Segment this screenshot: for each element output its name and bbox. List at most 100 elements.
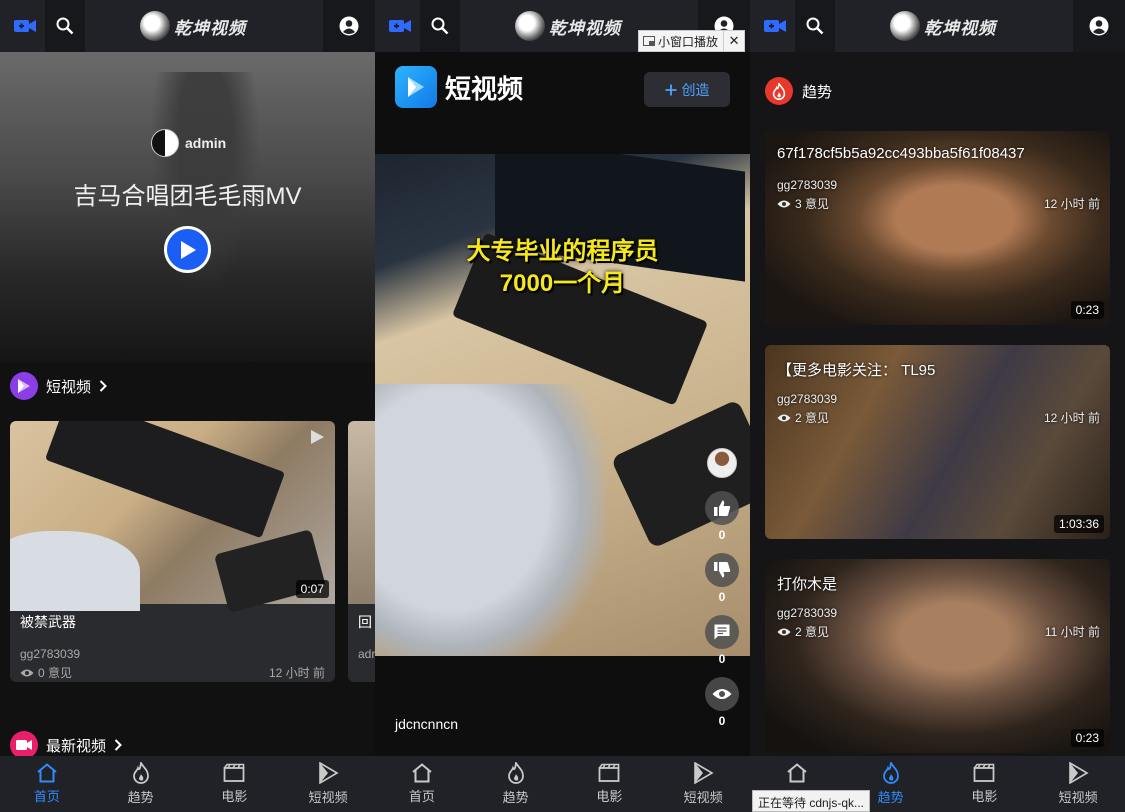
play-icon [180, 240, 196, 259]
view-button[interactable]: 0 [705, 677, 739, 728]
camera-icon[interactable] [5, 0, 45, 52]
eye-icon [712, 689, 732, 699]
home-icon [787, 763, 807, 783]
hero-title: 吉马合唱团毛毛雨MV [73, 183, 302, 210]
view-count: 2 意见 [777, 623, 829, 640]
play-button[interactable] [164, 226, 211, 273]
home-icon [412, 763, 432, 783]
video-camera-icon [10, 731, 38, 759]
camera-icon[interactable] [755, 0, 795, 52]
nav-short-video[interactable]: 短视频 [656, 756, 750, 812]
search-icon[interactable] [795, 0, 835, 52]
flame-icon [765, 77, 793, 105]
top-bar: 乾坤视频 [0, 0, 375, 52]
like-button[interactable]: 0 [705, 491, 739, 542]
short-video-card-partial[interactable]: 回 adr [348, 421, 375, 682]
create-button[interactable]: 创造 [644, 72, 730, 107]
short-video-player[interactable]: 大专毕业的程序员 7000一个月 [375, 154, 750, 656]
clapperboard-icon [223, 763, 245, 782]
video-title: 打你木是 [777, 576, 838, 593]
dislike-count: 0 [718, 590, 726, 604]
video-caption: 大专毕业的程序员 7000一个月 [466, 238, 659, 297]
comment-count: 0 [718, 652, 726, 666]
flame-icon [507, 762, 524, 784]
picture-in-picture-icon [643, 36, 655, 46]
view-count: 3 意见 [777, 195, 829, 212]
flame-icon [132, 762, 149, 784]
flame-icon [882, 762, 899, 784]
trending-video-card[interactable]: 67f178cf5b5a92cc493bba5f61f08437 gg27830… [765, 131, 1110, 325]
tooltip-close-icon[interactable]: ✕ [724, 33, 744, 49]
view-count: 2 意见 [777, 409, 829, 426]
latest-video-section-title: 最新视频 [46, 737, 107, 755]
video-time: 12 小时 前 [1043, 411, 1100, 425]
app-logo[interactable]: 乾坤视频 [515, 10, 621, 42]
logo-text: 乾坤视频 [549, 18, 621, 39]
video-duration: 1:03:36 [1053, 515, 1104, 533]
comment-icon [714, 624, 730, 640]
short-video-icon [694, 762, 714, 784]
hero-author[interactable]: admin [151, 129, 226, 157]
short-video-screen: 乾坤视频 小窗口播放 ✕ 短视频 创造 大专毕业的程序员 7000一个月 0 0… [375, 0, 750, 812]
nav-home[interactable]: 首页 [375, 756, 469, 812]
chevron-right-icon [114, 739, 122, 751]
search-icon[interactable] [45, 0, 85, 52]
yin-yang-avatar [151, 129, 179, 157]
mini-player-button[interactable]: 小窗口播放 [639, 31, 725, 51]
clapperboard-icon [598, 763, 620, 782]
hero-username: admin [185, 135, 227, 151]
short-video-card[interactable]: 0:07 被禁武器 gg2783039 0 意见 12 小时 前 [10, 421, 335, 682]
video-thumbnail: 0:07 [10, 421, 335, 613]
trending-video-card[interactable]: 【更多电影关注： TL95 gg2783039 2 意见 12 小时 前 1:0… [765, 345, 1110, 539]
nav-movies[interactable]: 电影 [938, 756, 1032, 812]
logo-mark-icon [515, 11, 545, 41]
mini-player-tooltip: 小窗口播放 ✕ [638, 30, 746, 52]
trending-section-header: 趋势 [765, 77, 832, 105]
video-time: 12 小时 前 [268, 666, 325, 680]
app-logo[interactable]: 乾坤视频 [140, 10, 246, 42]
latest-video-section-header[interactable]: 最新视频 [10, 731, 122, 759]
short-video-icon [10, 372, 38, 400]
video-meta: 0 意见 12 小时 前 [20, 664, 325, 681]
trending-video-card[interactable]: 打你木是 gg2783039 2 意见 11 小时 前 0:23 [765, 559, 1110, 753]
comment-button[interactable]: 0 [705, 615, 739, 666]
browser-status-text: 正在等待 cdnjs-qk... [752, 790, 871, 812]
video-author: gg2783039 [20, 647, 81, 661]
short-video-section-title: 短视频 [46, 378, 92, 396]
nav-trending[interactable]: 趋势 [94, 756, 188, 812]
featured-video-hero[interactable]: admin 吉马合唱团毛毛雨MV [0, 52, 375, 362]
clapperboard-icon [973, 763, 995, 782]
nav-short-video[interactable]: 短视频 [1031, 756, 1125, 812]
short-video-section-header[interactable]: 短视频 [10, 372, 107, 400]
screens-container: 乾坤视频 admin 吉马合唱团毛毛雨MV 短视频 0:07 被禁武器 gg27… [0, 0, 1125, 812]
nav-home[interactable]: 首页 [0, 756, 94, 812]
dislike-button[interactable]: 0 [705, 553, 739, 604]
nav-movies[interactable]: 电影 [563, 756, 657, 812]
video-uploader-name[interactable]: jdcncnncn [395, 716, 458, 732]
short-video-icon [1069, 762, 1089, 784]
video-time: 11 小时 前 [1044, 625, 1100, 639]
app-logo[interactable]: 乾坤视频 [890, 10, 996, 42]
trending-section-title: 趋势 [802, 83, 833, 101]
user-account-icon[interactable] [1073, 0, 1125, 52]
logo-text: 乾坤视频 [174, 18, 246, 39]
trending-screen: 乾坤视频 趋势 67f178cf5b5a92cc493bba5f61f08437… [750, 0, 1125, 812]
video-author: gg2783039 [777, 178, 838, 192]
camera-icon[interactable] [380, 0, 420, 52]
chevron-right-icon [99, 380, 107, 392]
view-count: 0 [718, 714, 726, 728]
logo-text: 乾坤视频 [924, 18, 996, 39]
plus-icon [665, 84, 676, 95]
search-icon[interactable] [420, 0, 460, 52]
video-title: 被禁武器 [20, 614, 76, 630]
nav-trending[interactable]: 趋势 [469, 756, 563, 812]
uploader-avatar[interactable] [707, 448, 737, 478]
video-title: 【更多电影关注： TL95 [777, 362, 936, 379]
short-video-icon [319, 762, 339, 784]
nav-movies[interactable]: 电影 [188, 756, 282, 812]
user-account-icon[interactable] [323, 0, 375, 52]
nav-short-video[interactable]: 短视频 [281, 756, 375, 812]
like-count: 0 [718, 528, 726, 542]
logo-mark-icon [140, 11, 170, 41]
video-duration: 0:23 [1070, 729, 1104, 747]
